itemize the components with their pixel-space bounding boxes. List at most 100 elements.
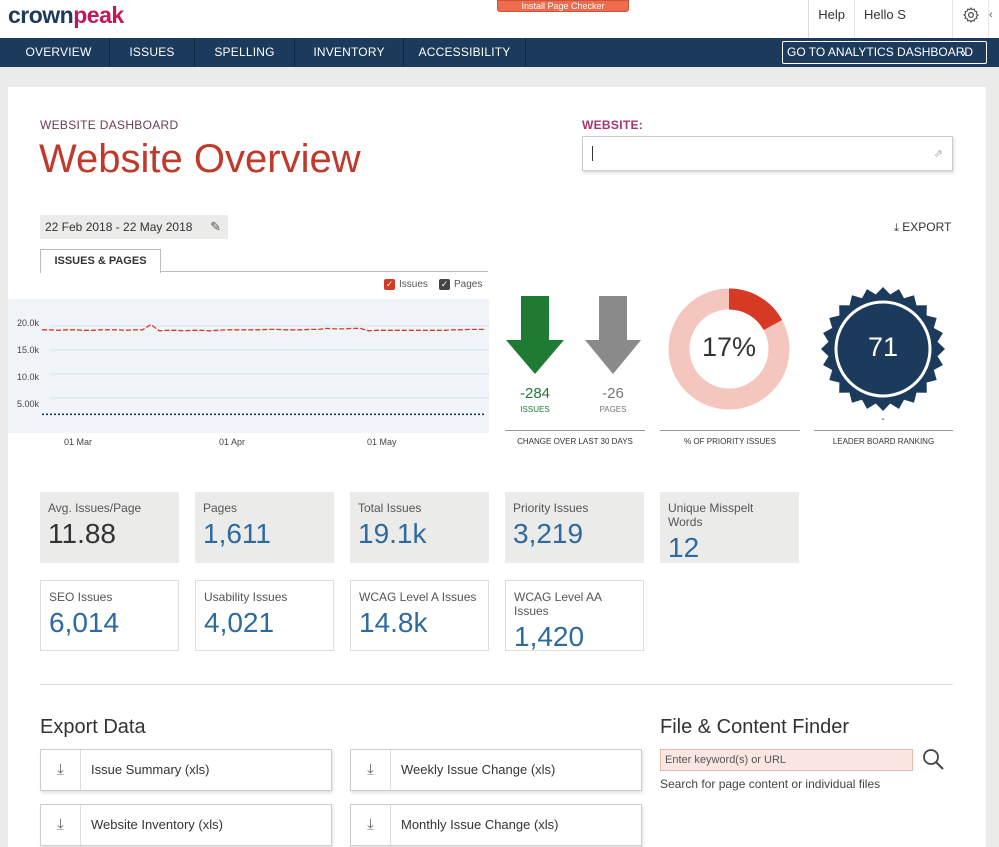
resize-handle-icon[interactable]: ⇗ <box>934 147 943 160</box>
stat-value: 12 <box>668 532 700 563</box>
download-icon: ⤓ <box>894 222 899 234</box>
export-item-label: Monthly Issue Change (xls) <box>401 817 559 832</box>
edit-icon[interactable]: ✎ <box>210 215 221 239</box>
stat-label: Priority Issues <box>513 501 589 515</box>
nav-inventory[interactable]: INVENTORY <box>295 38 404 67</box>
stat-seo-issues[interactable]: SEO Issues 6,014 <box>40 580 179 651</box>
pages-change-value: -26 <box>602 385 624 402</box>
issues-pages-chart <box>42 323 489 416</box>
stat-label: WCAG Level A Issues <box>359 590 477 604</box>
stat-priority-issues[interactable]: Priority Issues 3,219 <box>505 492 644 563</box>
nav-issues[interactable]: ISSUES <box>110 38 195 67</box>
stat-value: 1,420 <box>514 621 585 652</box>
stat-label: Avg. Issues/Page <box>48 501 142 515</box>
y-tick-label: 5.00k <box>17 399 40 409</box>
leaderboard-rank: 71 <box>867 332 899 362</box>
download-icon: ⤓ <box>41 750 81 790</box>
x-tick-label: 01 Apr <box>219 437 246 447</box>
legend-pages[interactable]: ✓ Pages <box>439 279 482 290</box>
finder-hint: Search for page content or individual fi… <box>660 777 881 791</box>
legend-issues-label: Issues <box>399 279 428 290</box>
export-item-label: Issue Summary (xls) <box>91 762 210 777</box>
finder-search-input[interactable]: Enter keyword(s) or URL <box>660 749 913 771</box>
change-caption: CHANGE OVER LAST 30 DAYS <box>517 437 633 446</box>
stat-value: 14.8k <box>359 607 428 638</box>
priority-percent: 17% <box>701 332 757 362</box>
priority-caption: % OF PRIORITY ISSUES <box>684 437 776 446</box>
kpi-divider <box>660 430 800 431</box>
leaderboard-sub: - <box>881 414 885 425</box>
date-range-picker[interactable]: 22 Feb 2018 - 22 May 2018 ✎ <box>40 215 228 239</box>
export-data-title: Export Data <box>40 716 146 738</box>
crownpeak-logo[interactable]: crownpeak <box>8 2 124 29</box>
help-link[interactable]: Help <box>809 0 855 38</box>
stat-label: SEO Issues <box>49 590 113 604</box>
section-divider <box>40 684 953 685</box>
analytics-dashboard-button[interactable]: GO TO ANALYTICS DASHBOARD › <box>782 41 987 64</box>
stat-unique-misspelt-words[interactable]: Unique Misspelt Words 12 <box>660 492 799 563</box>
x-tick-label: 01 Mar <box>64 437 93 447</box>
stat-wcag-aa-issues[interactable]: WCAG Level AA Issues 1,420 <box>505 580 644 652</box>
stat-label: Unique Misspelt Words <box>668 501 754 529</box>
stat-usability-issues[interactable]: Usability Issues 4,021 <box>195 580 334 651</box>
tab-issues-pages[interactable]: ISSUES & PAGES <box>40 249 161 273</box>
stat-avg-issues-per-page[interactable]: Avg. Issues/Page 11.88 <box>40 492 179 563</box>
top-right-menu: Help Hello S ‹ <box>808 0 999 38</box>
y-tick-label: 20.0k <box>17 318 40 328</box>
nav-accessibility[interactable]: ACCESSIBILITY <box>404 38 526 67</box>
legend-pages-label: Pages <box>454 279 483 290</box>
legend-issues[interactable]: ✓ Issues <box>384 279 428 290</box>
collapse-chevron-icon[interactable]: ‹ <box>989 0 999 38</box>
export-label: EXPORT <box>902 220 952 234</box>
download-icon: ⤓ <box>41 805 81 845</box>
stat-value: 3,219 <box>513 518 584 549</box>
stat-total-issues[interactable]: Total Issues 19.1k <box>350 492 489 563</box>
issues-change-label: ISSUES <box>520 405 550 414</box>
dashboard-card: WEBSITE DASHBOARD Website Overview WEBSI… <box>8 87 986 847</box>
export-website-inventory-button[interactable]: ⤓ Website Inventory (xls) <box>40 804 332 846</box>
analytics-dashboard-label: GO TO ANALYTICS DASHBOARD <box>787 45 974 59</box>
gear-icon[interactable] <box>953 0 989 38</box>
text-cursor <box>592 146 593 161</box>
chevron-right-icon: › <box>961 45 966 60</box>
search-icon[interactable] <box>921 747 945 771</box>
y-tick-label: 10.0k <box>17 372 40 382</box>
export-monthly-issue-change-button[interactable]: ⤓ Monthly Issue Change (xls) <box>350 804 642 846</box>
export-weekly-issue-change-button[interactable]: ⤓ Weekly Issue Change (xls) <box>350 749 642 791</box>
stat-label: WCAG Level AA Issues <box>514 590 602 618</box>
logo-text-crown: crown <box>8 2 74 28</box>
checkbox-checked-icon[interactable]: ✓ <box>384 279 395 290</box>
kpi-divider <box>814 430 953 431</box>
website-label: WEBSITE: <box>582 118 644 132</box>
stat-value: 4,021 <box>204 607 275 638</box>
pages-change-label: PAGES <box>599 405 627 414</box>
leaderboard-caption: LEADER BOARD RANKING <box>832 437 935 446</box>
stat-value: 19.1k <box>358 518 427 549</box>
stat-value: 6,014 <box>49 607 120 638</box>
page-title: Website Overview <box>39 137 361 181</box>
nav-spelling[interactable]: SPELLING <box>195 38 295 67</box>
y-tick-label: 15.0k <box>17 345 40 355</box>
stat-wcag-a-issues[interactable]: WCAG Level A Issues 14.8k <box>350 580 489 651</box>
export-issue-summary-button[interactable]: ⤓ Issue Summary (xls) <box>40 749 332 791</box>
user-greeting[interactable]: Hello S <box>855 0 953 38</box>
kpi-divider <box>505 430 645 431</box>
stat-value: 11.88 <box>48 518 116 549</box>
stat-pages[interactable]: Pages 1,611 <box>195 492 334 563</box>
date-range-text: 22 Feb 2018 - 22 May 2018 <box>45 220 193 234</box>
checkbox-checked-icon[interactable]: ✓ <box>439 279 450 290</box>
export-link[interactable]: ⤓ EXPORT <box>894 220 951 235</box>
stat-label: Total Issues <box>358 501 422 515</box>
page-eyebrow: WEBSITE DASHBOARD <box>40 118 179 132</box>
install-page-checker-button[interactable]: Install Page Checker <box>497 0 629 12</box>
x-tick-label: 01 May <box>367 437 397 447</box>
download-icon: ⤓ <box>351 805 391 845</box>
stat-label: Usability Issues <box>204 590 288 604</box>
top-bar: crownpeak Install Page Checker Help Hell… <box>0 0 999 38</box>
arrow-down-green-icon <box>506 296 564 374</box>
logo-text-peak: peak <box>73 2 124 28</box>
stat-label: Pages <box>203 501 238 515</box>
tab-divider <box>160 271 488 272</box>
website-select-input[interactable]: ⇗ <box>582 136 953 171</box>
nav-overview[interactable]: OVERVIEW <box>8 38 110 67</box>
